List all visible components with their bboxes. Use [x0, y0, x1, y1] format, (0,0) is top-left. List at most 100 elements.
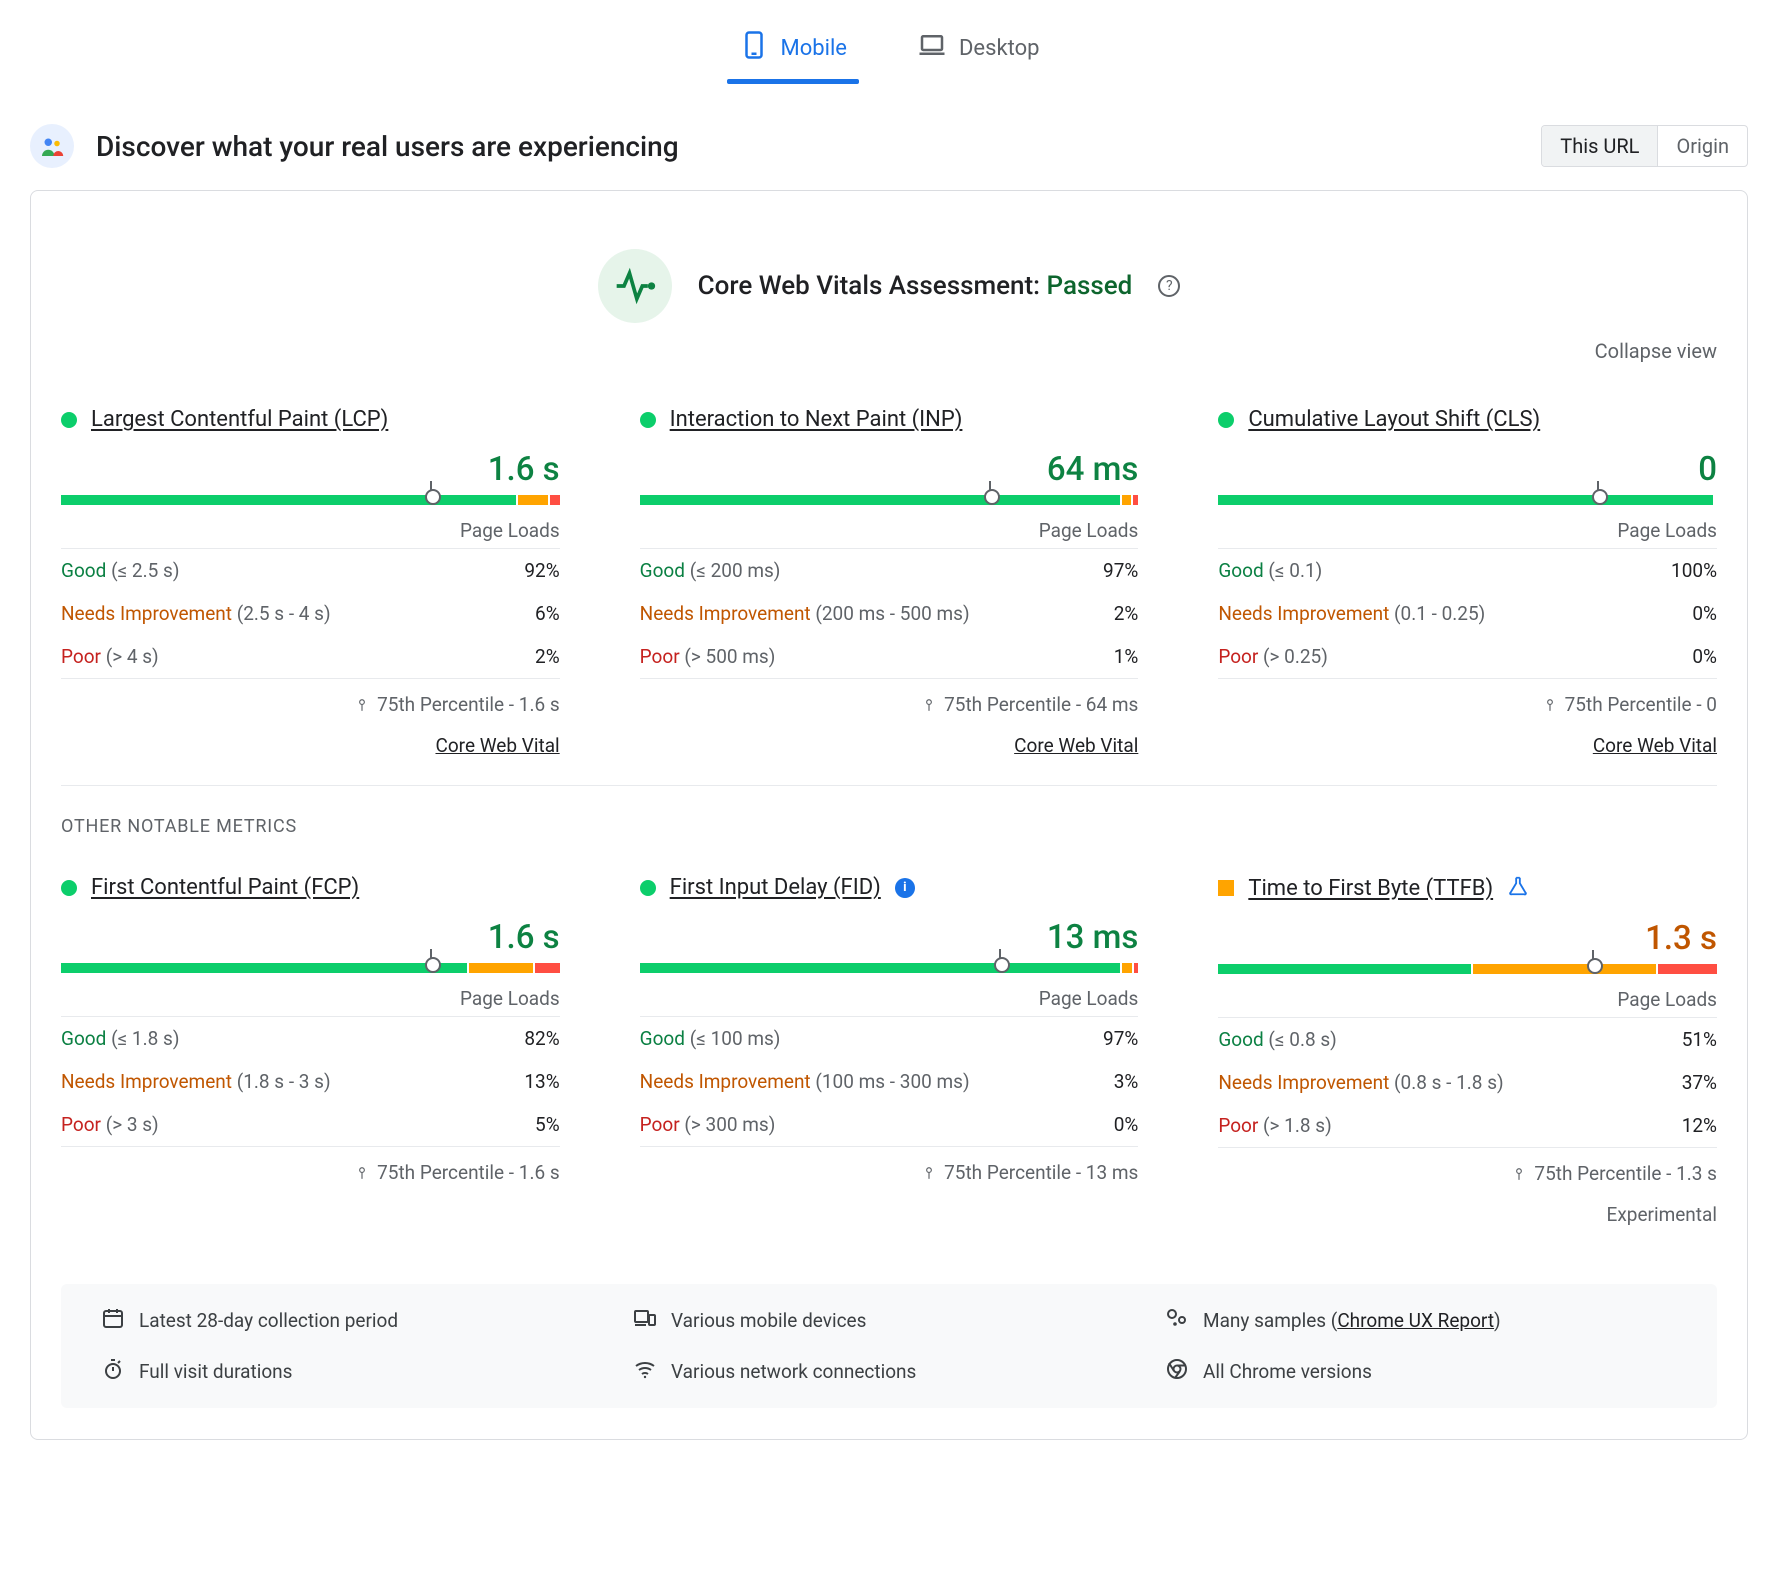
dist-good: Good (≤ 200 ms): [640, 559, 781, 582]
flask-icon[interactable]: [1507, 875, 1529, 901]
distribution-bar: [61, 495, 560, 505]
chrome-icon: [1165, 1357, 1189, 1386]
dist-poor-pct: 0%: [1114, 1113, 1139, 1136]
metric-ttfb: Time to First Byte (TTFB)1.3 sPage Loads…: [1218, 875, 1717, 1226]
dist-ni: Needs Improvement (2.5 s - 4 s): [61, 602, 331, 625]
percentile-row: 75th Percentile - 1.6 s: [61, 1161, 560, 1184]
status-indicator: [640, 880, 656, 896]
page-loads-label: Page Loads: [61, 519, 560, 542]
percentile-row: 75th Percentile - 1.3 s: [1218, 1162, 1717, 1185]
page-loads-label: Page Loads: [61, 987, 560, 1010]
dist-poor-pct: 0%: [1692, 645, 1717, 668]
dist-ni: Needs Improvement (0.1 - 0.25): [1218, 602, 1485, 625]
metric-value: 1.6 s: [61, 450, 560, 489]
pin-icon: [355, 698, 369, 712]
metric-name-link[interactable]: First Contentful Paint (FCP): [91, 875, 359, 900]
dist-poor: Poor (> 3 s): [61, 1113, 159, 1136]
dist-good-pct: 100%: [1671, 559, 1717, 582]
distribution-bar: [1218, 495, 1717, 505]
page-loads-label: Page Loads: [640, 987, 1139, 1010]
stopwatch-icon: [101, 1357, 125, 1386]
assessment-status: Passed: [1047, 271, 1133, 301]
percentile-marker: [989, 481, 991, 491]
metric-name-link[interactable]: First Input Delay (FID): [670, 875, 881, 900]
experimental-label: Experimental: [1218, 1203, 1717, 1226]
metric-name-link[interactable]: Largest Contentful Paint (LCP): [91, 407, 388, 432]
other-metrics-heading: OTHER NOTABLE METRICS: [31, 786, 1747, 837]
dist-poor: Poor (> 4 s): [61, 645, 159, 668]
metric-fid: First Input Delay (FID) i 13 ms Page Loads G…: [640, 875, 1139, 1226]
metric-name-link[interactable]: Cumulative Layout Shift (CLS): [1248, 407, 1540, 432]
info-icon[interactable]: i: [895, 878, 915, 898]
tab-desktop[interactable]: Desktop: [911, 18, 1046, 84]
footer-box: Latest 28-day collection period Various …: [61, 1284, 1717, 1408]
core-web-vital-link[interactable]: Core Web Vital: [435, 734, 559, 757]
dist-ni: Needs Improvement (1.8 s - 3 s): [61, 1070, 331, 1093]
percentile-row: 75th Percentile - 0: [1218, 693, 1717, 716]
dist-poor: Poor (> 1.8 s): [1218, 1114, 1331, 1137]
dist-ni: Needs Improvement (100 ms - 300 ms): [640, 1070, 970, 1093]
wifi-icon: [633, 1357, 657, 1386]
dist-poor-pct: 2%: [535, 645, 560, 668]
metric-value: 64 ms: [640, 450, 1139, 489]
metric-value: 13 ms: [640, 918, 1139, 957]
scope-segment: This URL Origin: [1541, 125, 1748, 167]
percentile-marker: [430, 949, 432, 959]
samples-icon: [1165, 1306, 1189, 1335]
dist-good: Good (≤ 1.8 s): [61, 1027, 179, 1050]
dist-good-pct: 92%: [524, 559, 559, 582]
pin-icon: [922, 698, 936, 712]
percentile-row: 75th Percentile - 13 ms: [640, 1161, 1139, 1184]
tab-mobile[interactable]: Mobile: [733, 18, 853, 84]
assessment-label: Core Web Vitals Assessment: Passed: [698, 271, 1133, 301]
pin-icon: [1512, 1167, 1526, 1181]
crux-report-link[interactable]: Chrome UX Report: [1337, 1309, 1494, 1332]
core-web-vital-link[interactable]: Core Web Vital: [1593, 734, 1717, 757]
footer-networks: Various network connections: [671, 1360, 916, 1383]
devices-icon: [633, 1306, 657, 1335]
scope-this-url[interactable]: This URL: [1542, 126, 1657, 166]
status-indicator: [61, 880, 77, 896]
page-title: Discover what your real users are experi…: [96, 130, 679, 163]
dist-good-pct: 97%: [1103, 559, 1138, 582]
dist-ni-pct: 3%: [1114, 1070, 1139, 1093]
percentile-marker: [1592, 950, 1594, 960]
collapse-view-link[interactable]: Collapse view: [1595, 339, 1717, 363]
footer-samples: Many samples (Chrome UX Report): [1203, 1309, 1501, 1332]
dist-poor: Poor (> 0.25): [1218, 645, 1328, 668]
status-indicator: [640, 412, 656, 428]
metric-value: 1.3 s: [1218, 919, 1717, 958]
dist-ni: Needs Improvement (200 ms - 500 ms): [640, 602, 970, 625]
dist-ni-pct: 2%: [1114, 602, 1139, 625]
pulse-icon: [598, 249, 672, 323]
percentile-row: 75th Percentile - 1.6 s: [61, 693, 560, 716]
footer-devices: Various mobile devices: [671, 1309, 866, 1332]
metric-name-link[interactable]: Time to First Byte (TTFB): [1248, 876, 1493, 901]
status-indicator: [61, 412, 77, 428]
dist-ni: Needs Improvement (0.8 s - 1.8 s): [1218, 1071, 1503, 1094]
pin-icon: [1543, 698, 1557, 712]
page-loads-label: Page Loads: [1218, 519, 1717, 542]
distribution-bar: [61, 963, 560, 973]
dist-good: Good (≤ 100 ms): [640, 1027, 781, 1050]
dist-poor-pct: 5%: [535, 1113, 560, 1136]
metric-cls: Cumulative Layout Shift (CLS)0Page Loads…: [1218, 407, 1717, 757]
help-icon[interactable]: ?: [1158, 275, 1180, 297]
dist-ni-pct: 0%: [1692, 602, 1717, 625]
core-web-vital-link[interactable]: Core Web Vital: [1014, 734, 1138, 757]
scope-origin[interactable]: Origin: [1657, 126, 1747, 166]
dist-good-pct: 82%: [524, 1027, 559, 1050]
metric-lcp: Largest Contentful Paint (LCP) 1.6 s Page …: [61, 407, 560, 757]
dist-good: Good (≤ 0.8 s): [1218, 1028, 1336, 1051]
pin-icon: [922, 1166, 936, 1180]
dist-poor-pct: 1%: [1114, 645, 1139, 668]
dist-poor-pct: 12%: [1682, 1114, 1717, 1137]
footer-period: Latest 28-day collection period: [139, 1309, 398, 1332]
dist-poor: Poor (> 300 ms): [640, 1113, 776, 1136]
dist-good-pct: 97%: [1103, 1027, 1138, 1050]
dist-good: Good (≤ 2.5 s): [61, 559, 179, 582]
metric-name-link[interactable]: Interaction to Next Paint (INP): [670, 407, 963, 432]
dist-good: Good (≤ 0.1): [1218, 559, 1322, 582]
tab-desktop-label: Desktop: [959, 36, 1040, 61]
metric-inp: Interaction to Next Paint (INP)64 msPage…: [640, 407, 1139, 757]
